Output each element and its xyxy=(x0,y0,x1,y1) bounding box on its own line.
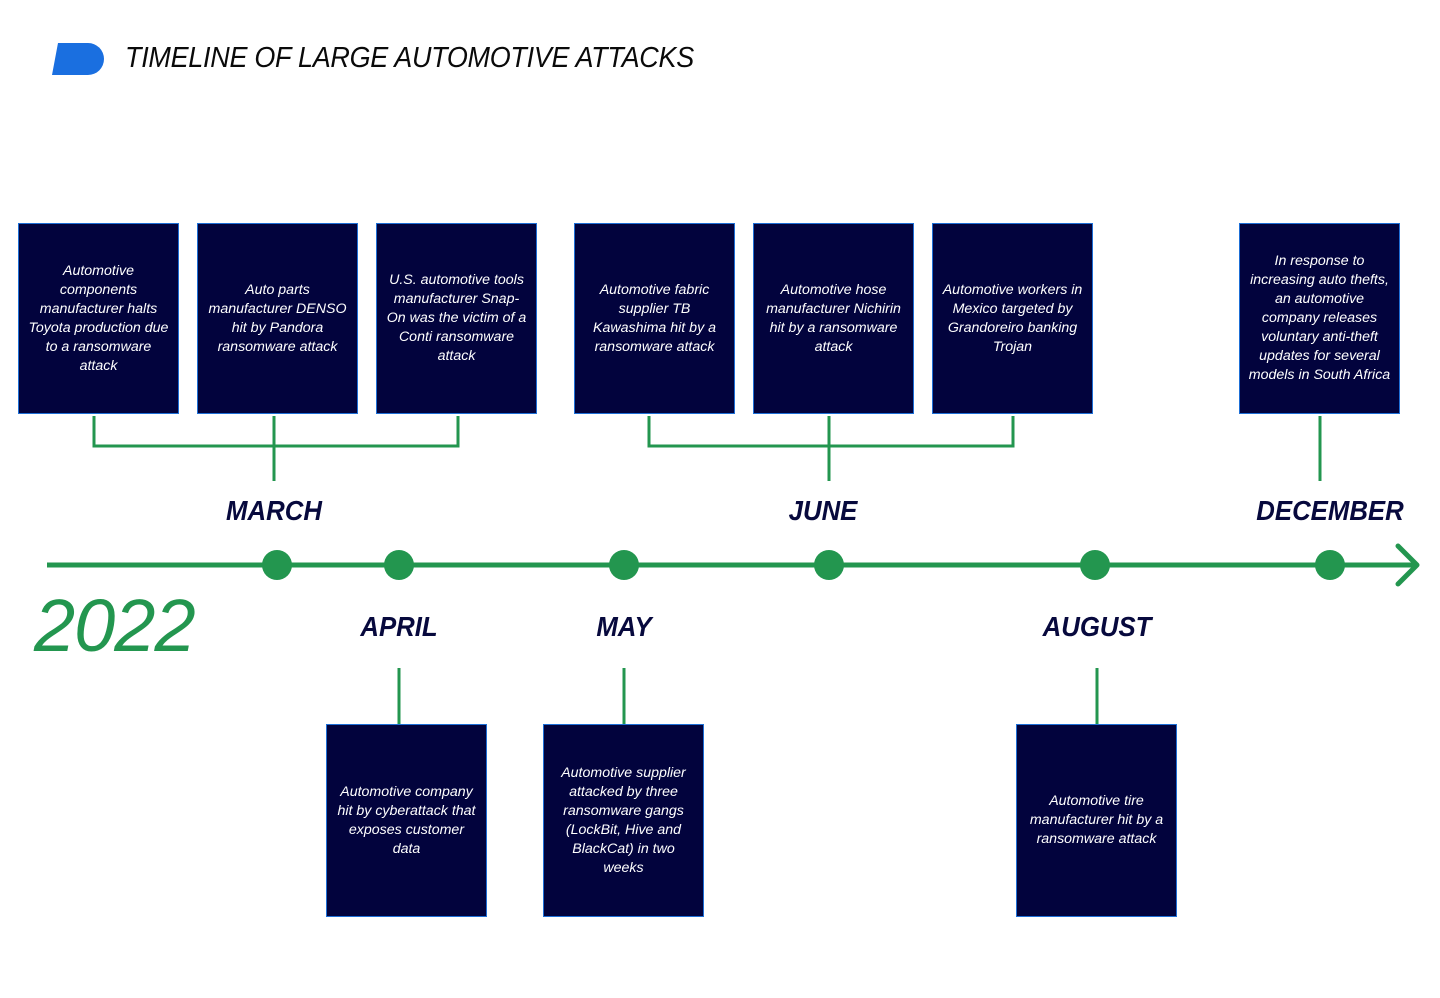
event-box-june-2: Automotive hose manufacturer Nichirin hi… xyxy=(753,223,914,414)
event-box-april-1: Automotive company hit by cyberattack th… xyxy=(326,724,487,917)
june-bracket xyxy=(647,416,1015,481)
event-box-august-1: Automotive tire manufacturer hit by a ra… xyxy=(1016,724,1177,917)
timeline-dot-april xyxy=(384,550,414,580)
event-box-june-3: Automotive workers in Mexico targeted by… xyxy=(932,223,1093,414)
month-label-august: AUGUST xyxy=(1042,611,1152,642)
month-label-march: MARCH xyxy=(226,495,322,526)
event-box-december-1: In response to increasing auto thefts, a… xyxy=(1239,223,1400,414)
timeline-connectors xyxy=(47,416,1420,725)
event-box-may-1: Automotive supplier attacked by three ra… xyxy=(543,724,704,917)
timeline-dot-june xyxy=(814,550,844,580)
event-box-march-2: Auto parts manufacturer DENSO hit by Pan… xyxy=(197,223,358,414)
timeline-dot-august xyxy=(1080,550,1110,580)
event-box-march-3: U.S. automotive tools manufacturer Snap-… xyxy=(376,223,537,414)
event-box-march-1: Automotive components manufacturer halts… xyxy=(18,223,179,414)
month-label-december: DECEMBER xyxy=(1256,495,1404,526)
event-box-june-1: Automotive fabric supplier TB Kawashima … xyxy=(574,223,735,414)
year-label: 2022 xyxy=(34,584,196,667)
month-label-april: APRIL xyxy=(360,611,438,642)
timeline-dot-may xyxy=(609,550,639,580)
march-bracket xyxy=(92,416,460,481)
timeline-dot-december xyxy=(1315,550,1345,580)
timeline-dot-march xyxy=(262,550,292,580)
month-label-may: MAY xyxy=(596,611,652,642)
month-label-june: JUNE xyxy=(788,495,858,526)
